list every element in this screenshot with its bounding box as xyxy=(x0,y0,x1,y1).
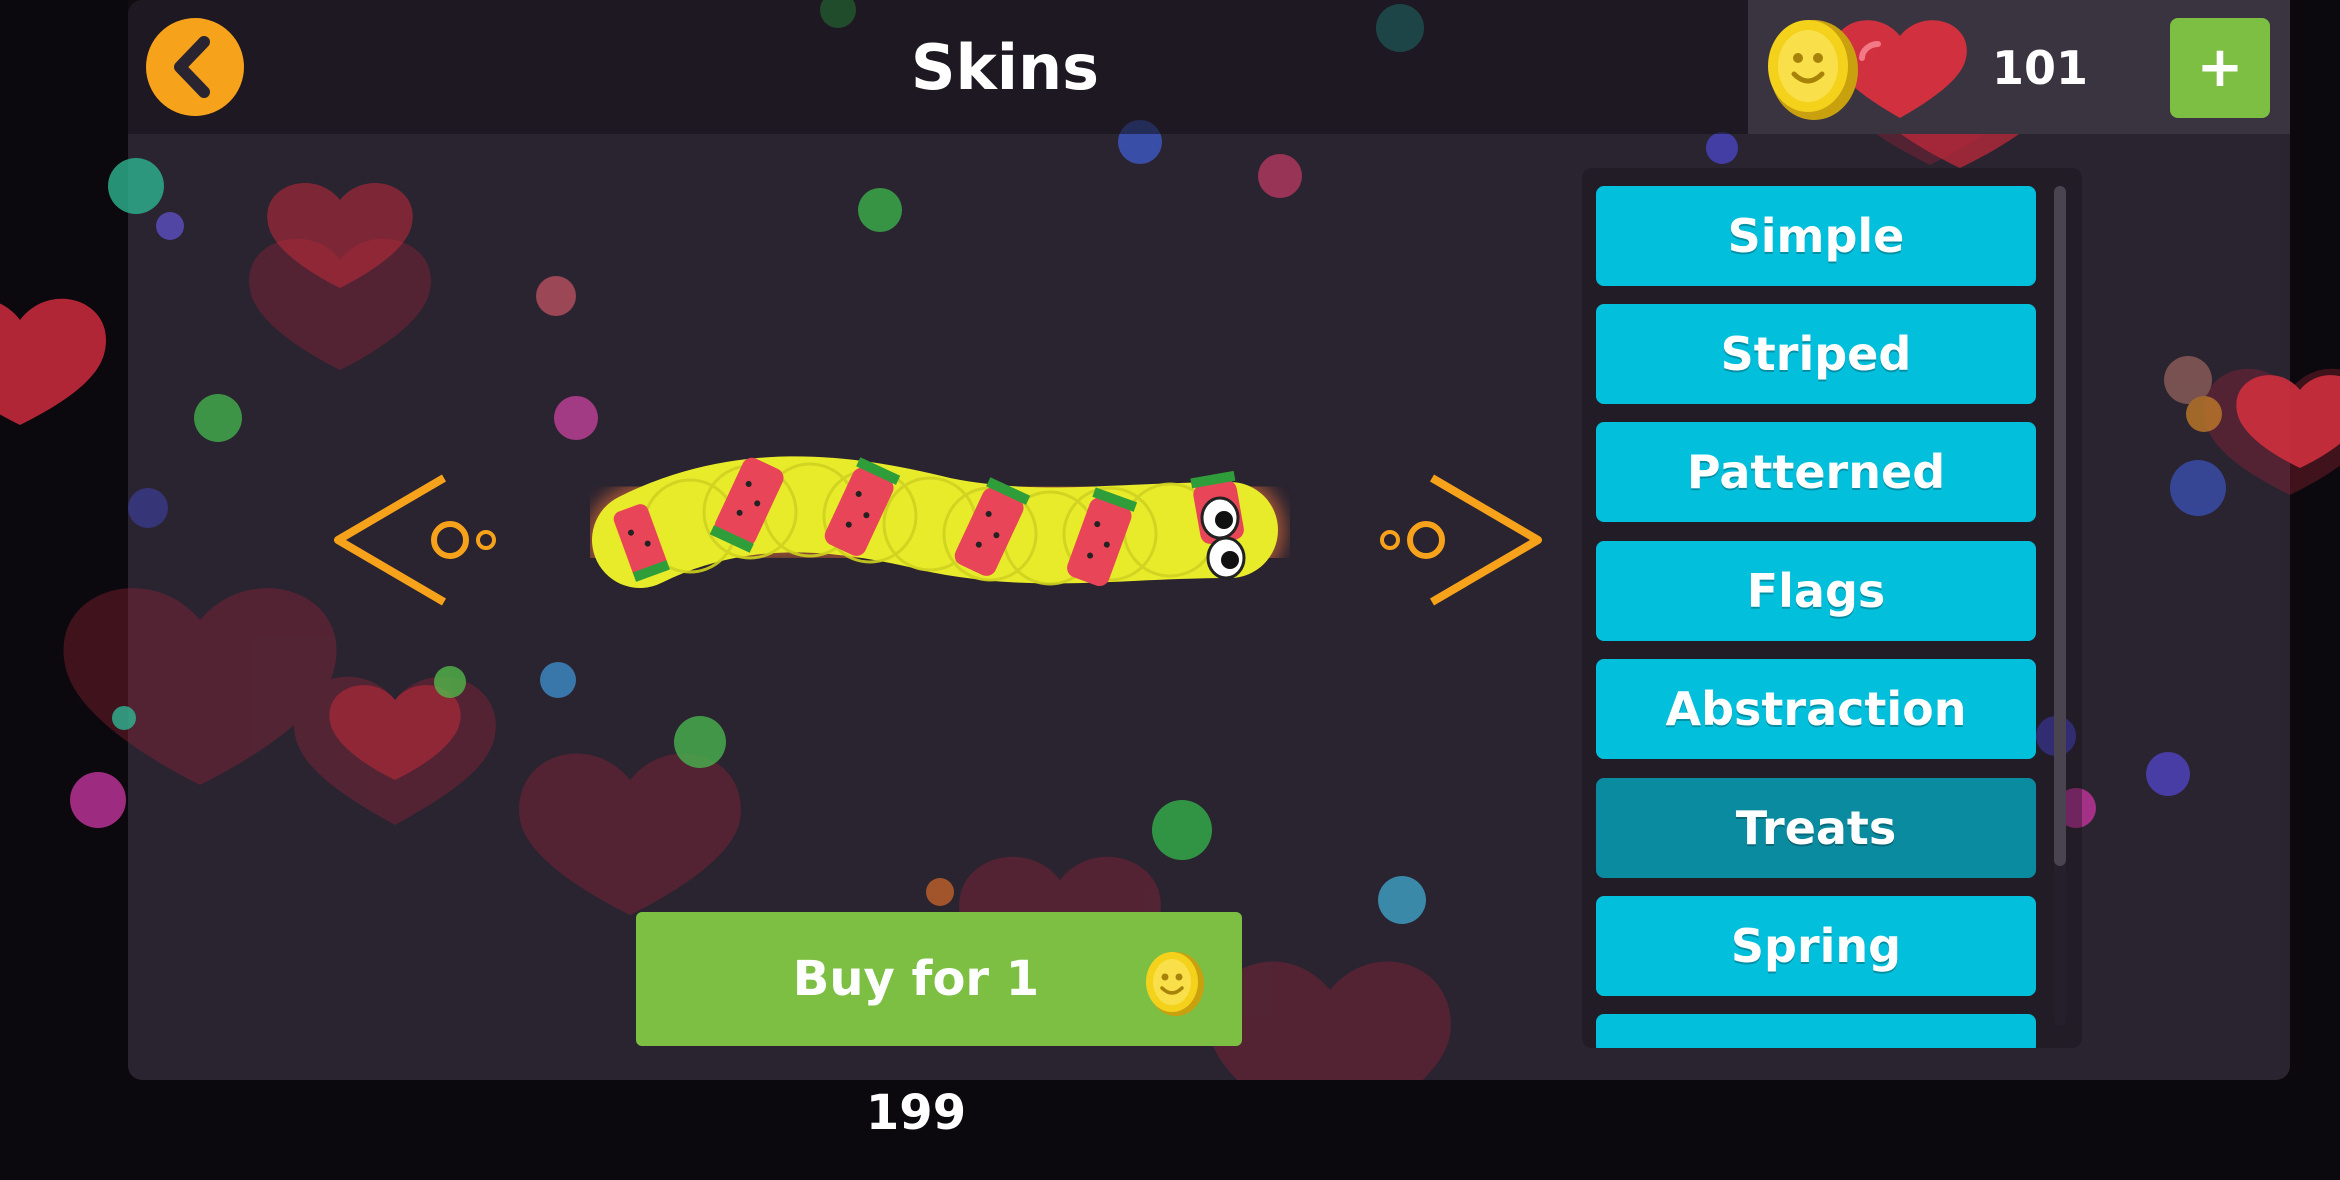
worm-skin-preview xyxy=(590,449,1285,595)
page-title: Skins xyxy=(910,31,1100,104)
next-skin-button[interactable] xyxy=(1376,470,1546,610)
arrow-right-icon xyxy=(1380,474,1542,606)
arrow-left-icon xyxy=(334,474,496,606)
category-abstraction[interactable]: Abstraction xyxy=(1596,659,2036,759)
buy-button[interactable]: Buy for 1 199 xyxy=(636,912,1242,1141)
category-spring[interactable]: Spring xyxy=(1596,896,2036,996)
category-treats[interactable]: Treats xyxy=(1596,778,2036,878)
category-next-partial[interactable] xyxy=(1596,1014,2036,1048)
chevron-left-icon xyxy=(174,36,210,98)
skin-categories-list[interactable]: Simple Striped Patterned Flags Abstracti… xyxy=(1582,168,2082,1048)
buy-button-label: Buy for 1 199 xyxy=(792,951,1040,1141)
categories-scrollbar-thumb[interactable] xyxy=(2054,186,2066,866)
back-button[interactable] xyxy=(146,18,244,116)
coin-balance-icons xyxy=(1768,20,1967,120)
category-simple[interactable]: Simple xyxy=(1596,186,2036,286)
previous-skin-button[interactable] xyxy=(330,470,500,610)
category-flags[interactable]: Flags xyxy=(1596,541,2036,641)
coin-count: 101 xyxy=(1991,41,2089,95)
smiley-coin-icon xyxy=(1146,952,1204,1016)
smiley-coin-icon xyxy=(1768,20,1858,120)
category-striped[interactable]: Striped xyxy=(1596,304,2036,404)
add-coins-button[interactable]: + xyxy=(2170,18,2270,118)
category-patterned[interactable]: Patterned xyxy=(1596,422,2036,522)
